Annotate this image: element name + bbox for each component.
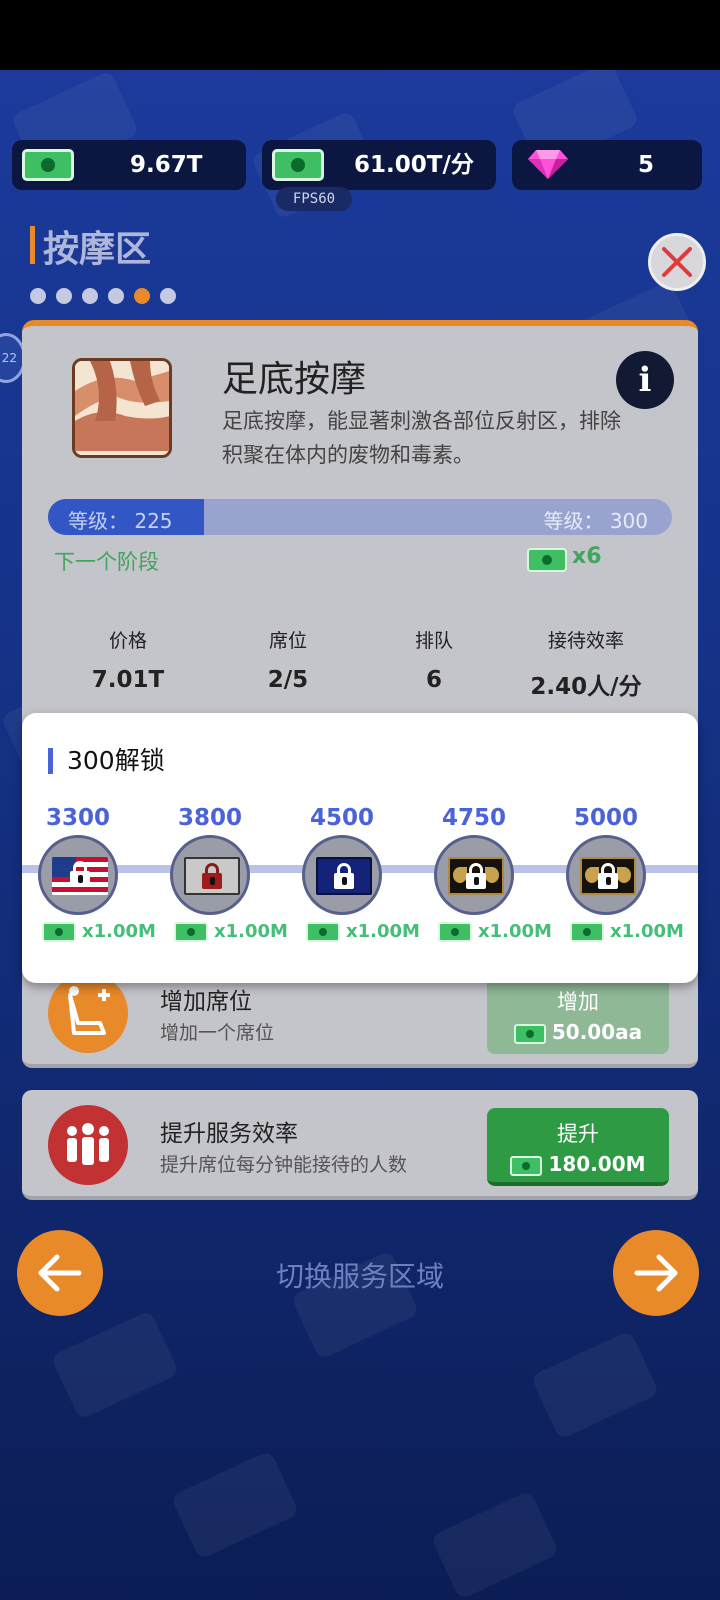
gem-value: 5: [638, 152, 655, 178]
unlock-tier: 3800 x1.00M: [170, 713, 300, 983]
tier-badge-circle: [38, 835, 118, 915]
gray-plate-lock-icon: [184, 857, 240, 895]
stat-queue: 排队 6: [354, 626, 514, 693]
stat-label: 席位: [268, 630, 307, 652]
cash-display: 9.67T: [12, 140, 246, 190]
tier-badge-circle: [302, 835, 382, 915]
seat-plus-icon: [48, 973, 128, 1053]
page-indicator: [30, 288, 176, 304]
stat-efficiency: 接待效率 2.40人/分: [506, 626, 666, 701]
unlock-popup[interactable]: 300解锁 3300 x1.00M 3800 x1.00M 4500 x1.00…: [22, 713, 698, 983]
people-icon: [48, 1105, 128, 1185]
close-button[interactable]: [648, 233, 706, 291]
money-icon: [570, 922, 604, 942]
page-dot: [82, 288, 98, 304]
service-description: 足底按摩，能显著刺激各部位反射区，排除积聚在体内的废物和毒素。: [222, 409, 621, 467]
service-card: 足底按摩 足底按摩，能显著刺激各部位反射区，排除积聚在体内的废物和毒素。 i 等…: [22, 320, 698, 740]
zone-title: 按摩区: [43, 229, 152, 270]
improve-efficiency-button[interactable]: 提升 180.00M: [487, 1108, 669, 1186]
stat-value: 2/5: [267, 667, 309, 693]
money-icon: [527, 548, 567, 572]
income-icon: [272, 149, 324, 181]
arrow-right-icon: [634, 1254, 678, 1292]
tier-badge-circle: [434, 835, 514, 915]
money-icon: [513, 1023, 546, 1044]
tier-reward: x1.00M: [214, 921, 288, 942]
unlock-tier: 4750 x1.00M: [434, 713, 564, 983]
tier-badge-circle: [170, 835, 250, 915]
tier-value: 4750: [441, 805, 506, 831]
gold-wings-lock-icon: [448, 857, 504, 895]
page-dot: [160, 288, 176, 304]
cash-icon: [22, 149, 74, 181]
income-value: 61.00T/分: [354, 152, 474, 178]
page-dot: [108, 288, 124, 304]
level-max: 等级： 300: [543, 509, 648, 533]
tier-badge-circle: [566, 835, 646, 915]
tier-value: 3300: [45, 805, 110, 831]
upgrade-description: 提升席位每分钟能接待的人数: [160, 1154, 408, 1176]
service-name: 足底按摩: [222, 359, 367, 400]
unlock-tier: 5000 x1.00M: [566, 713, 696, 983]
tier-reward: x1.00M: [346, 921, 420, 942]
next-zone-button[interactable]: [613, 1230, 699, 1316]
stat-label: 接待效率: [547, 630, 624, 652]
stat-value: 7.01T: [91, 667, 165, 693]
tier-value: 5000: [573, 805, 638, 831]
next-stage-label: 下一个阶段: [54, 550, 159, 574]
close-icon: [662, 247, 692, 277]
gold-wings-lock-icon: [580, 857, 636, 895]
page-dot-active: [134, 288, 150, 304]
button-label: 增加: [557, 990, 599, 1014]
button-label: 提升: [557, 1122, 599, 1146]
tier-value: 3800: [177, 805, 242, 831]
unlock-tier: 3300 x1.00M: [38, 713, 168, 983]
money-icon: [510, 1155, 543, 1176]
income-display: 61.00T/分: [262, 140, 496, 190]
zone-title-bar: [30, 226, 35, 264]
upgrade-title: 增加席位: [160, 989, 252, 1015]
stat-label: 价格: [108, 630, 147, 652]
tier-reward: x1.00M: [82, 921, 156, 942]
foot-massage-image: [72, 358, 172, 458]
page-dot: [30, 288, 46, 304]
stat-value: 2.40人/分: [530, 674, 642, 700]
cash-value: 9.67T: [130, 152, 203, 178]
money-icon: [42, 922, 76, 942]
upgrade-service-efficiency: 提升服务效率 提升席位每分钟能接待的人数 提升 180.00M: [22, 1090, 698, 1200]
switch-zone-label: 切换服务区域: [275, 1260, 444, 1293]
stat-label: 排队: [414, 630, 453, 652]
tier-value: 4500: [309, 805, 374, 831]
gem-icon: [528, 150, 568, 179]
status-bar: [0, 0, 720, 70]
stat-price: 价格 7.01T: [48, 626, 208, 693]
tier-reward: x1.00M: [478, 921, 552, 942]
us-flag-lock-icon: [52, 857, 108, 895]
add-seat-button[interactable]: 增加 50.00aa: [487, 976, 669, 1054]
stat-seats: 席位 2/5: [208, 626, 368, 693]
page-dot: [56, 288, 72, 304]
blue-plate-lock-icon: [316, 857, 372, 895]
fps-counter: FPS60: [276, 187, 352, 211]
unlock-tier: 4500 x1.00M: [302, 713, 432, 983]
button-cost: 50.00aa: [551, 1020, 643, 1044]
upgrade-title: 提升服务效率: [160, 1121, 298, 1147]
money-icon: [174, 922, 208, 942]
tier-reward: x1.00M: [610, 921, 684, 942]
stat-value: 6: [425, 667, 442, 693]
button-cost: 180.00M: [548, 1152, 646, 1176]
money-icon: [438, 922, 472, 942]
info-button[interactable]: i: [616, 351, 674, 409]
upgrade-description: 增加一个席位: [160, 1022, 275, 1044]
next-stage-multiplier: x6: [572, 544, 602, 569]
side-tab-label: 22: [1, 351, 17, 365]
level-current: 等级： 225: [68, 509, 173, 533]
money-icon: [306, 922, 340, 942]
